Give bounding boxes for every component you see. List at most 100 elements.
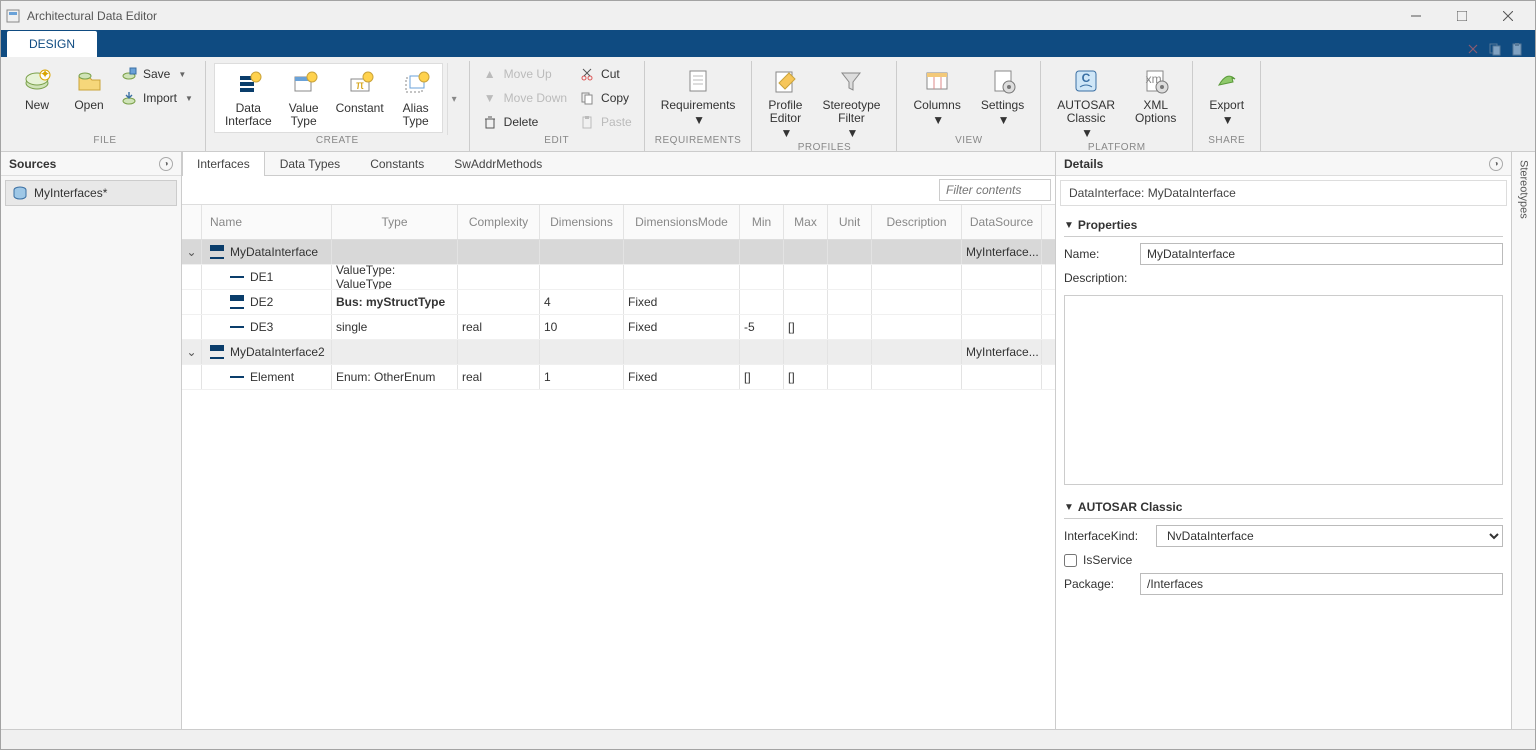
bus-icon — [210, 346, 226, 358]
save-button[interactable]: Save▼ — [117, 63, 197, 85]
save-icon — [121, 66, 137, 82]
quick-cut-icon[interactable] — [1465, 41, 1481, 57]
col-unit[interactable]: Unit — [828, 205, 872, 239]
arrow-down-icon: ▼ — [482, 90, 498, 106]
col-type[interactable]: Type — [332, 205, 458, 239]
col-name[interactable]: Name — [202, 205, 332, 239]
filter-input[interactable] — [939, 179, 1051, 201]
description-field[interactable] — [1064, 295, 1503, 485]
columns-button[interactable]: Columns▼ — [905, 63, 968, 129]
tab-constants[interactable]: Constants — [355, 151, 439, 176]
arrow-up-icon: ▲ — [482, 66, 498, 82]
col-dimmode[interactable]: DimensionsMode — [624, 205, 740, 239]
profile-editor-icon — [769, 65, 801, 97]
xml-icon: xml — [1140, 65, 1172, 97]
xml-options-button[interactable]: xml XML Options — [1127, 63, 1184, 127]
tab-design[interactable]: DESIGN — [7, 31, 97, 57]
open-button[interactable]: Open — [65, 63, 113, 114]
requirements-icon — [682, 65, 714, 97]
funnel-icon — [835, 65, 867, 97]
close-button[interactable] — [1485, 1, 1531, 30]
interfacekind-select[interactable]: NvDataInterface — [1156, 525, 1503, 547]
chevron-down-icon: ▼ — [847, 127, 859, 140]
quick-paste-icon[interactable] — [1509, 41, 1525, 57]
paste-button: Paste — [575, 111, 636, 133]
tab-data-types[interactable]: Data Types — [265, 151, 355, 176]
collapse-icon[interactable]: ◑ — [159, 157, 173, 171]
minimize-button[interactable] — [1393, 1, 1439, 30]
autosar-icon: C — [1070, 65, 1102, 97]
settings-button[interactable]: Settings▼ — [973, 63, 1032, 129]
col-complexity[interactable]: Complexity — [458, 205, 540, 239]
titlebar: Architectural Data Editor — [1, 1, 1535, 30]
sources-panel: Sources◑ MyInterfaces* — [1, 152, 182, 729]
value-type-button[interactable]: Value Type — [280, 66, 328, 130]
trash-icon — [482, 114, 498, 130]
alias-type-button[interactable]: Alias Type — [392, 66, 440, 130]
ribbon: ✦ New Open Save▼ Import▼ FILE Data Inter… — [1, 57, 1535, 152]
table-row[interactable]: DE3singlereal10Fixed-5[] — [182, 315, 1055, 340]
chevron-down-icon: ▼ — [1222, 114, 1234, 127]
caret-down-icon[interactable]: ▼ — [1064, 502, 1074, 513]
stereotypes-tab[interactable]: Stereotypes — [1511, 152, 1535, 729]
value-type-icon — [288, 68, 320, 100]
create-gallery-dropdown[interactable]: ▾ — [447, 63, 461, 135]
col-datasource[interactable]: DataSource — [962, 205, 1042, 239]
caret-down-icon[interactable]: ▼ — [1064, 220, 1074, 231]
name-field[interactable] — [1140, 243, 1503, 265]
isservice-checkbox[interactable] — [1064, 554, 1077, 567]
expand-icon[interactable]: ⌄ — [186, 245, 197, 259]
database-icon — [12, 185, 28, 201]
copy-button[interactable]: Copy — [575, 87, 636, 109]
alias-type-icon — [400, 68, 432, 100]
data-interface-icon — [232, 68, 264, 100]
requirements-button[interactable]: Requirements▼ — [653, 63, 744, 129]
col-dimensions[interactable]: Dimensions — [540, 205, 624, 239]
collapse-icon[interactable]: ◑ — [1489, 157, 1503, 171]
move-up-button: ▲Move Up — [478, 63, 571, 85]
col-min[interactable]: Min — [740, 205, 784, 239]
app-icon — [5, 8, 21, 24]
tab-swaddrmethods[interactable]: SwAddrMethods — [439, 151, 557, 176]
source-item[interactable]: MyInterfaces* — [5, 180, 177, 206]
col-description[interactable]: Description — [872, 205, 962, 239]
svg-text:✦: ✦ — [40, 67, 50, 81]
details-panel: Details◑ DataInterface: MyDataInterface … — [1056, 152, 1511, 729]
expand-icon[interactable]: ⌄ — [186, 345, 197, 359]
new-button[interactable]: ✦ New — [13, 63, 61, 114]
interfaces-grid: Name Type Complexity Dimensions Dimensio… — [182, 204, 1055, 729]
svg-text:π: π — [356, 78, 364, 92]
element-icon — [230, 321, 246, 333]
delete-button[interactable]: Delete — [478, 111, 571, 133]
cut-button[interactable]: Cut — [575, 63, 636, 85]
import-button[interactable]: Import▼ — [117, 87, 197, 109]
table-row[interactable]: ⌄MyDataInterfaceMyInterface... — [182, 240, 1055, 265]
stereotype-filter-button[interactable]: Stereotype Filter▼ — [814, 63, 888, 142]
data-interface-button[interactable]: Data Interface — [217, 66, 280, 130]
col-max[interactable]: Max — [784, 205, 828, 239]
gear-icon — [987, 65, 1019, 97]
columns-icon — [921, 65, 953, 97]
maximize-button[interactable] — [1439, 1, 1485, 30]
tab-interfaces[interactable]: Interfaces — [182, 151, 265, 176]
chevron-down-icon: ▼ — [693, 114, 705, 127]
details-header: Details — [1064, 157, 1103, 171]
status-bar — [1, 729, 1535, 749]
new-icon: ✦ — [21, 65, 53, 97]
export-button[interactable]: Export▼ — [1201, 63, 1252, 129]
chevron-down-icon: ▼ — [998, 114, 1010, 127]
constant-icon: π — [344, 68, 376, 100]
table-row[interactable]: ⌄MyDataInterface2MyInterface... — [182, 340, 1055, 365]
copy-icon — [579, 90, 595, 106]
sub-tabstrip: Interfaces Data Types Constants SwAddrMe… — [182, 152, 1055, 176]
table-row[interactable]: DE2Bus: myStructType4Fixed — [182, 290, 1055, 315]
package-field[interactable] — [1140, 573, 1503, 595]
bus-icon — [210, 246, 226, 258]
constant-button[interactable]: π Constant — [328, 66, 392, 130]
table-row[interactable]: ElementEnum: OtherEnumreal1Fixed[][] — [182, 365, 1055, 390]
table-row[interactable]: DE1ValueType: ValueType — [182, 265, 1055, 290]
profile-editor-button[interactable]: Profile Editor▼ — [760, 63, 810, 142]
chevron-down-icon: ▼ — [178, 70, 186, 79]
quick-copy-icon[interactable] — [1487, 41, 1503, 57]
autosar-classic-button[interactable]: C AUTOSAR Classic▼ — [1049, 63, 1123, 142]
